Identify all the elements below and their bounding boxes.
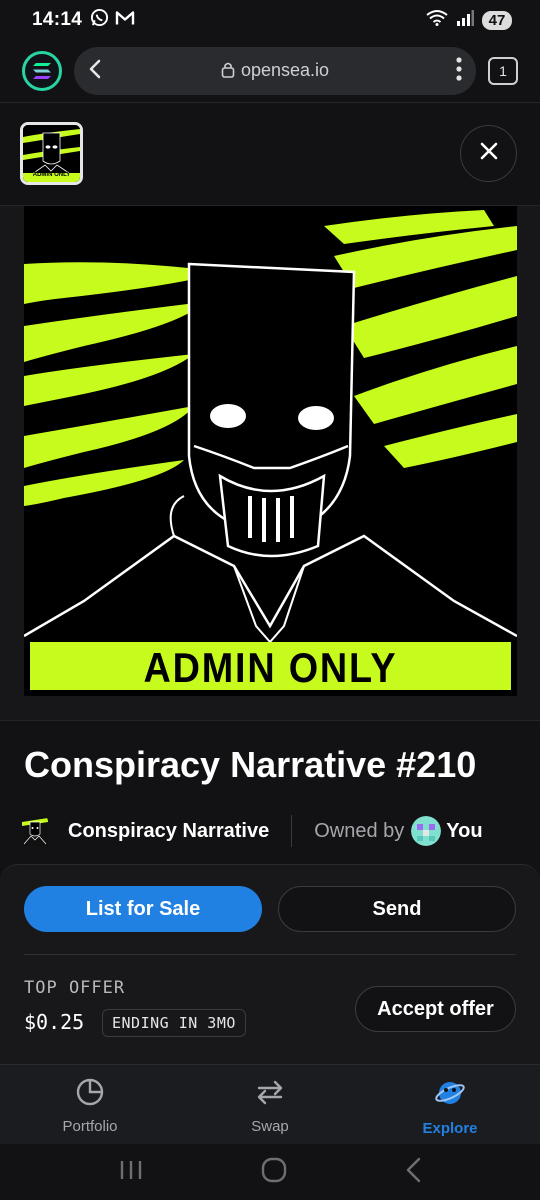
owned-by-label: Owned by [314, 819, 405, 842]
pie-chart-icon [75, 1077, 105, 1112]
nav-portfolio[interactable]: Portfolio [0, 1065, 180, 1144]
swap-icon [255, 1077, 285, 1112]
header-divider [0, 102, 540, 103]
item-title: Conspiracy Narrative #210 [24, 744, 477, 785]
list-for-sale-button[interactable]: List for Sale [24, 886, 262, 932]
close-button[interactable] [460, 125, 517, 182]
planet-icon [434, 1077, 466, 1114]
top-offer-label: TOP OFFER [24, 978, 126, 998]
nav-swap[interactable]: Swap [180, 1065, 360, 1144]
site-app-icon[interactable] [22, 51, 62, 91]
collection-avatar[interactable] [22, 816, 48, 846]
url-text: opensea.io [240, 59, 330, 80]
address-bar[interactable]: opensea.io [74, 47, 476, 95]
artwork-banner-text: ADMIN ONLY [143, 644, 398, 691]
nav-swap-label: Swap [251, 1118, 289, 1135]
thumbnail-banner-text: ADMIN ONLY [32, 172, 71, 178]
url-field[interactable]: opensea.io [74, 60, 476, 83]
lock-icon [221, 61, 235, 83]
offer-ending-badge: ENDING IN 3MO [102, 1009, 246, 1037]
owner-avatar[interactable] [411, 816, 442, 846]
card-divider [24, 954, 516, 955]
system-navigation-bar [0, 1144, 540, 1200]
back-icon[interactable] [88, 59, 102, 84]
tab-switcher-button[interactable]: 1 [488, 57, 518, 85]
item-meta-row: Conspiracy Narrative Owned by You [22, 812, 522, 850]
recent-apps-icon[interactable] [118, 1158, 144, 1187]
status-time: 14:14 [32, 9, 83, 30]
bottom-navigation: Portfolio Swap Explore [0, 1064, 540, 1144]
accept-offer-button[interactable]: Accept offer [355, 986, 516, 1032]
home-icon[interactable] [261, 1157, 287, 1188]
solana-icon [33, 63, 51, 79]
collection-name-link[interactable]: Conspiracy Narrative [68, 820, 269, 843]
back-nav-icon[interactable] [404, 1157, 422, 1188]
nft-artwork-image[interactable]: ADMIN ONLY [24, 206, 517, 696]
nav-portfolio-label: Portfolio [62, 1118, 118, 1135]
nav-explore-label: Explore [422, 1120, 478, 1137]
battery-indicator: 47 [482, 10, 512, 30]
close-icon [480, 142, 498, 165]
nav-explore[interactable]: Explore [360, 1065, 540, 1144]
browser-toolbar: opensea.io 1 [0, 40, 540, 102]
more-vert-icon[interactable] [456, 56, 462, 86]
owner-name-link[interactable]: You [446, 820, 482, 843]
top-offer-price: $0.25 [24, 1010, 85, 1034]
send-button[interactable]: Send [278, 886, 516, 932]
status-bar: 14:14 47 [0, 0, 540, 40]
meta-separator [291, 815, 293, 847]
signal-icon [456, 9, 474, 31]
whatsapp-icon [90, 8, 109, 32]
gmail-icon [115, 9, 135, 31]
item-thumbnail[interactable]: ADMIN ONLY [20, 122, 83, 185]
wifi-icon [426, 9, 448, 31]
